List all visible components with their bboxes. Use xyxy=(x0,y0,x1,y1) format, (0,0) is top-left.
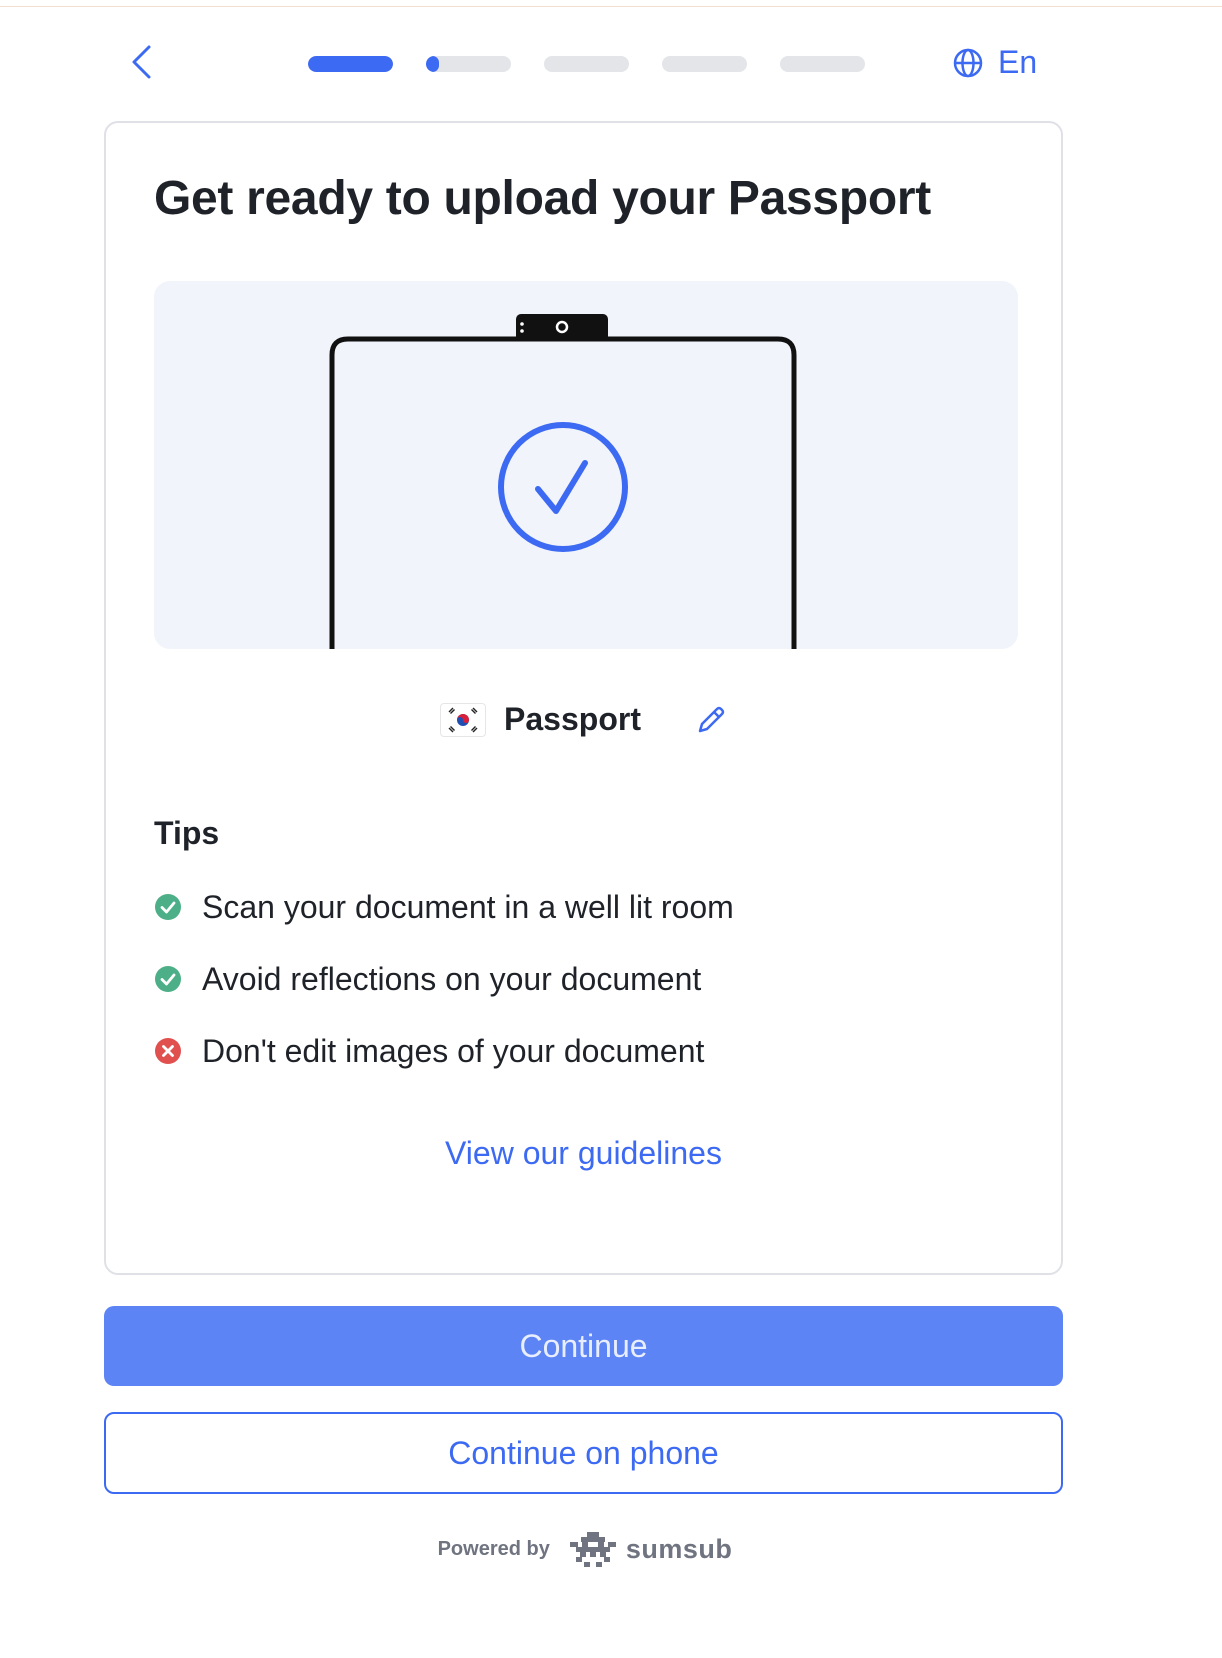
progress-step xyxy=(544,56,629,72)
brand-name: sumsub xyxy=(625,1533,733,1564)
globe-icon xyxy=(953,48,983,77)
page-title: Get ready to upload your Passport xyxy=(154,172,931,225)
back-button[interactable] xyxy=(126,42,156,82)
sumsub-logo-icon xyxy=(569,1532,616,1567)
pencil-icon xyxy=(698,706,725,732)
tip-text: Avoid reflections on your document xyxy=(202,960,702,997)
phone-check-illustration xyxy=(329,314,797,649)
check-circle-icon xyxy=(155,894,181,920)
tips-list: Scan your document in a well lit room Av… xyxy=(154,871,734,1087)
document-name: Passport xyxy=(504,701,641,737)
selected-document: Passport xyxy=(106,701,1061,738)
phone-illustration xyxy=(154,281,1018,649)
view-guidelines-link[interactable]: View our guidelines xyxy=(106,1135,1061,1172)
language-label: En xyxy=(998,44,1038,80)
chevron-left-icon xyxy=(132,45,151,79)
check-circle-icon xyxy=(155,966,181,992)
tip-item: Avoid reflections on your document xyxy=(154,943,734,1015)
continue-button[interactable]: Continue xyxy=(104,1306,1063,1386)
powered-by-footer: Powered by sumsub xyxy=(0,1530,1170,1568)
progress-step xyxy=(426,56,511,72)
tips-heading: Tips xyxy=(154,815,220,851)
upload-card: Get ready to upload your Passport Passpo… xyxy=(104,121,1063,1275)
south-korea-flag-icon xyxy=(440,702,487,737)
language-selector[interactable]: En xyxy=(952,44,1037,81)
tip-text: Don't edit images of your document xyxy=(202,1032,705,1069)
edit-document-button[interactable] xyxy=(695,704,727,736)
x-circle-icon xyxy=(155,1038,181,1064)
tip-item: Scan your document in a well lit room xyxy=(154,871,734,943)
progress-step xyxy=(308,56,393,72)
progress-step xyxy=(662,56,747,72)
continue-on-phone-button[interactable]: Continue on phone xyxy=(104,1412,1063,1494)
progress-step xyxy=(780,56,865,72)
tip-item: Don't edit images of your document xyxy=(154,1015,734,1087)
header: En xyxy=(0,0,1222,120)
tip-text: Scan your document in a well lit room xyxy=(202,888,734,925)
powered-by-label: Powered by xyxy=(437,1537,550,1560)
brand-logo: sumsub xyxy=(568,1530,733,1568)
step-progress xyxy=(308,56,865,72)
